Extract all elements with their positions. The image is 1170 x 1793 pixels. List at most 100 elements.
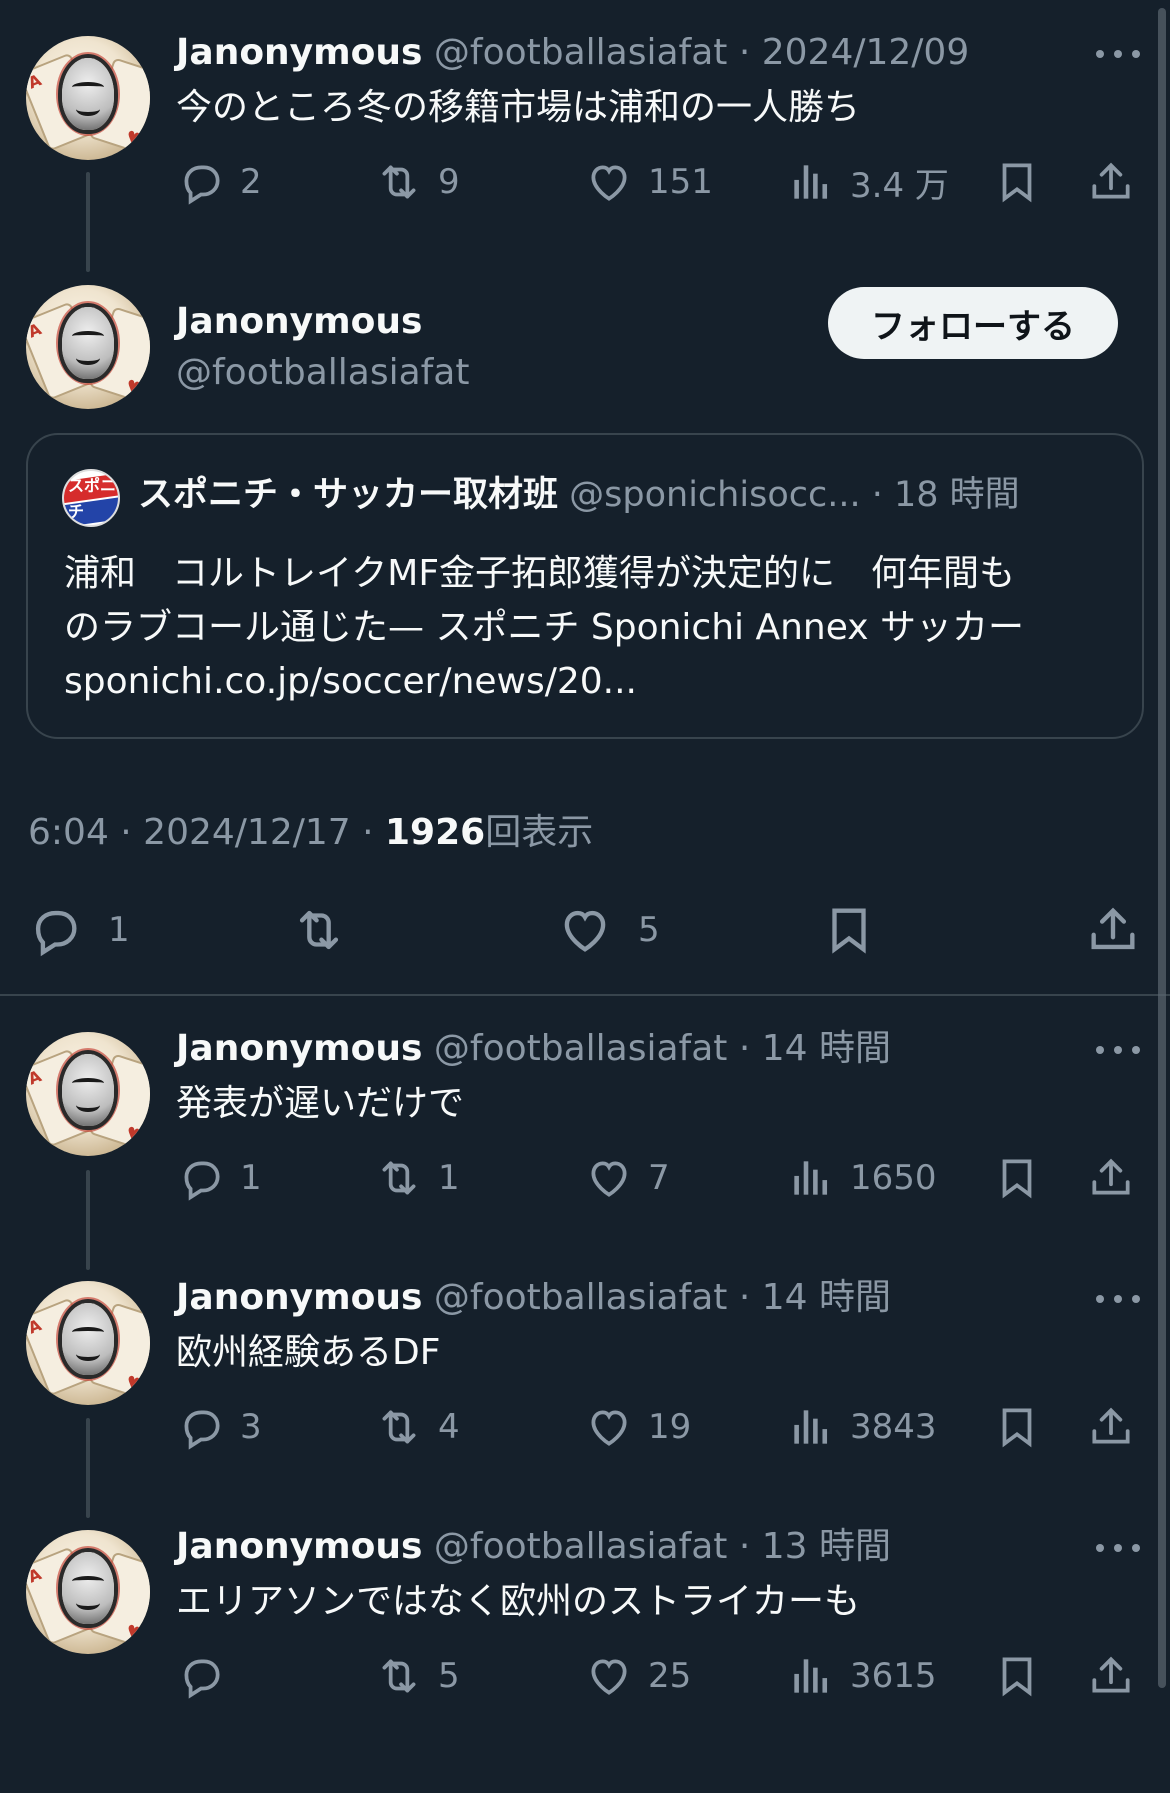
views-button[interactable]: 3.4 万 <box>786 152 949 212</box>
retweet-button[interactable]: 9 <box>374 152 460 212</box>
thread-line <box>86 1418 90 1518</box>
thread-line <box>86 172 90 272</box>
mask-shape <box>62 1552 114 1624</box>
more-icon[interactable] <box>1096 44 1140 64</box>
display-name[interactable]: Janonymous <box>176 1028 422 1069</box>
user-handle[interactable]: @footballasiafat <box>434 1526 727 1567</box>
more-icon[interactable] <box>1096 1040 1140 1060</box>
reply-count: 2 <box>240 162 262 202</box>
scrollbar[interactable] <box>1158 8 1166 1688</box>
display-name-text: Janonymous <box>176 301 423 342</box>
tweet-header: Janonymous @footballasiafat · 2024/12/09 <box>176 31 969 75</box>
like-button[interactable]: 151 <box>584 152 713 212</box>
like-count: 25 <box>648 1656 692 1696</box>
follow-button[interactable]: フォローする <box>828 287 1118 359</box>
views-icon <box>794 1410 828 1444</box>
reply-button[interactable]: 1 <box>176 1148 262 1208</box>
share-button[interactable] <box>1086 1148 1136 1208</box>
display-name[interactable]: Janonymous <box>176 1277 422 1318</box>
reply-icon <box>184 1659 220 1699</box>
user-handle[interactable]: @footballasiafat <box>434 32 727 73</box>
reply-button[interactable]: 2 <box>176 152 262 212</box>
like-count: 151 <box>648 162 713 202</box>
views-button[interactable]: 1650 <box>786 1148 937 1208</box>
views-icon <box>794 1659 828 1693</box>
display-name[interactable]: Janonymous <box>176 32 422 73</box>
avatar[interactable]: A ♥ <box>26 1530 150 1654</box>
reply-count: 1 <box>240 1158 262 1198</box>
more-icon[interactable] <box>1096 1538 1140 1558</box>
display-name[interactable]: Janonymous <box>176 300 422 344</box>
reply-button[interactable] <box>176 1646 240 1706</box>
thread-line <box>86 1170 90 1270</box>
like-count: 19 <box>648 1407 692 1447</box>
like-count: 7 <box>648 1158 670 1198</box>
views-icon <box>794 165 828 199</box>
bookmark-button[interactable] <box>992 1148 1042 1208</box>
avatar[interactable]: A ♥ <box>26 36 150 160</box>
tweet-actions: 1 1 7 1650 <box>176 1148 1142 1208</box>
quote-header: スポニチ・サッカー取材班 @sponichisocc... · 18 時間 <box>138 473 1020 517</box>
share-button[interactable] <box>1084 900 1142 960</box>
tweet-time[interactable]: 14 時間 <box>762 1028 891 1069</box>
tweet-header: Janonymous @footballasiafat · 14 時間 <box>176 1027 891 1071</box>
reply-icon <box>184 1161 220 1201</box>
retweet-icon <box>299 910 339 950</box>
retweet-button[interactable]: 5 <box>374 1646 460 1706</box>
like-button[interactable]: 5 <box>556 900 660 960</box>
retweet-icon <box>382 165 416 199</box>
like-button[interactable]: 25 <box>584 1646 691 1706</box>
bookmark-icon <box>1002 1408 1032 1448</box>
tweet-text: 発表が遅いだけで <box>176 1083 465 1124</box>
tweet-header: Janonymous @footballasiafat · 14 時間 <box>176 1276 891 1320</box>
quote-display-name: スポニチ・サッカー取材班 <box>138 475 559 515</box>
quote-line: のラブコール通じた— スポニチ Sponichi Annex サッカー <box>64 607 1025 648</box>
bookmark-button[interactable] <box>992 1646 1042 1706</box>
heart-icon <box>591 1659 627 1695</box>
quoted-tweet-card[interactable]: スポニチ スポニチ・サッカー取材班 @sponichisocc... · 18 … <box>26 433 1144 739</box>
retweet-button[interactable]: 4 <box>374 1397 460 1457</box>
like-button[interactable]: 7 <box>584 1148 670 1208</box>
retweet-button[interactable]: 1 <box>374 1148 460 1208</box>
reply-button[interactable]: 3 <box>176 1397 262 1457</box>
heart-icon <box>591 1410 627 1446</box>
tweet-text: 欧州経験あるDF <box>176 1332 441 1373</box>
retweet-count: 9 <box>438 162 460 202</box>
bookmark-button[interactable] <box>820 900 878 960</box>
avatar[interactable]: A ♥ <box>26 1032 150 1156</box>
user-handle[interactable]: @footballasiafat <box>176 351 469 395</box>
share-button[interactable] <box>1086 152 1136 212</box>
retweet-button[interactable] <box>290 900 362 960</box>
bookmark-icon <box>832 908 866 954</box>
quote-link[interactable]: sponichi.co.jp/soccer/news/20... <box>64 655 1124 709</box>
avatar[interactable]: A ♥ <box>26 1281 150 1405</box>
tweet-time[interactable]: 13 時間 <box>762 1526 891 1567</box>
user-handle[interactable]: @footballasiafat <box>434 1277 727 1318</box>
tweet-meta: 6:04 · 2024/12/17 · 1926回表示 <box>28 808 593 858</box>
tweet-timestamp[interactable]: 6:04 · 2024/12/17 · <box>28 812 385 853</box>
like-count: 5 <box>638 910 660 950</box>
quote-line: 浦和 コルトレイクMF金子拓郎獲得が決定的に 何年間も <box>64 553 1016 594</box>
heart-icon <box>564 910 606 952</box>
share-button[interactable] <box>1086 1646 1136 1706</box>
like-button[interactable]: 19 <box>584 1397 691 1457</box>
bookmark-button[interactable] <box>992 1397 1042 1457</box>
heart-icon <box>591 165 627 201</box>
view-count[interactable]: 1926 <box>385 812 485 853</box>
views-count: 3.4 万 <box>850 165 949 206</box>
user-handle[interactable]: @footballasiafat <box>434 1028 727 1069</box>
share-button[interactable] <box>1086 1397 1136 1457</box>
tweet-text: エリアソンではなく欧州のストライカーも <box>176 1581 861 1622</box>
reply-button[interactable]: 1 <box>26 900 130 960</box>
tweet-time[interactable]: 14 時間 <box>762 1277 891 1318</box>
share-icon <box>1092 1656 1130 1693</box>
display-name[interactable]: Janonymous <box>176 1526 422 1567</box>
more-icon[interactable] <box>1096 1289 1140 1309</box>
tweet-time[interactable]: 2024/12/09 <box>762 32 970 73</box>
bookmark-icon <box>1002 1159 1032 1199</box>
avatar[interactable]: A ♥ <box>26 285 150 409</box>
tweet-actions: 2 9 151 3.4 万 <box>176 152 1142 212</box>
views-button[interactable]: 3843 <box>786 1397 937 1457</box>
bookmark-button[interactable] <box>992 152 1042 212</box>
views-button[interactable]: 3615 <box>786 1646 937 1706</box>
